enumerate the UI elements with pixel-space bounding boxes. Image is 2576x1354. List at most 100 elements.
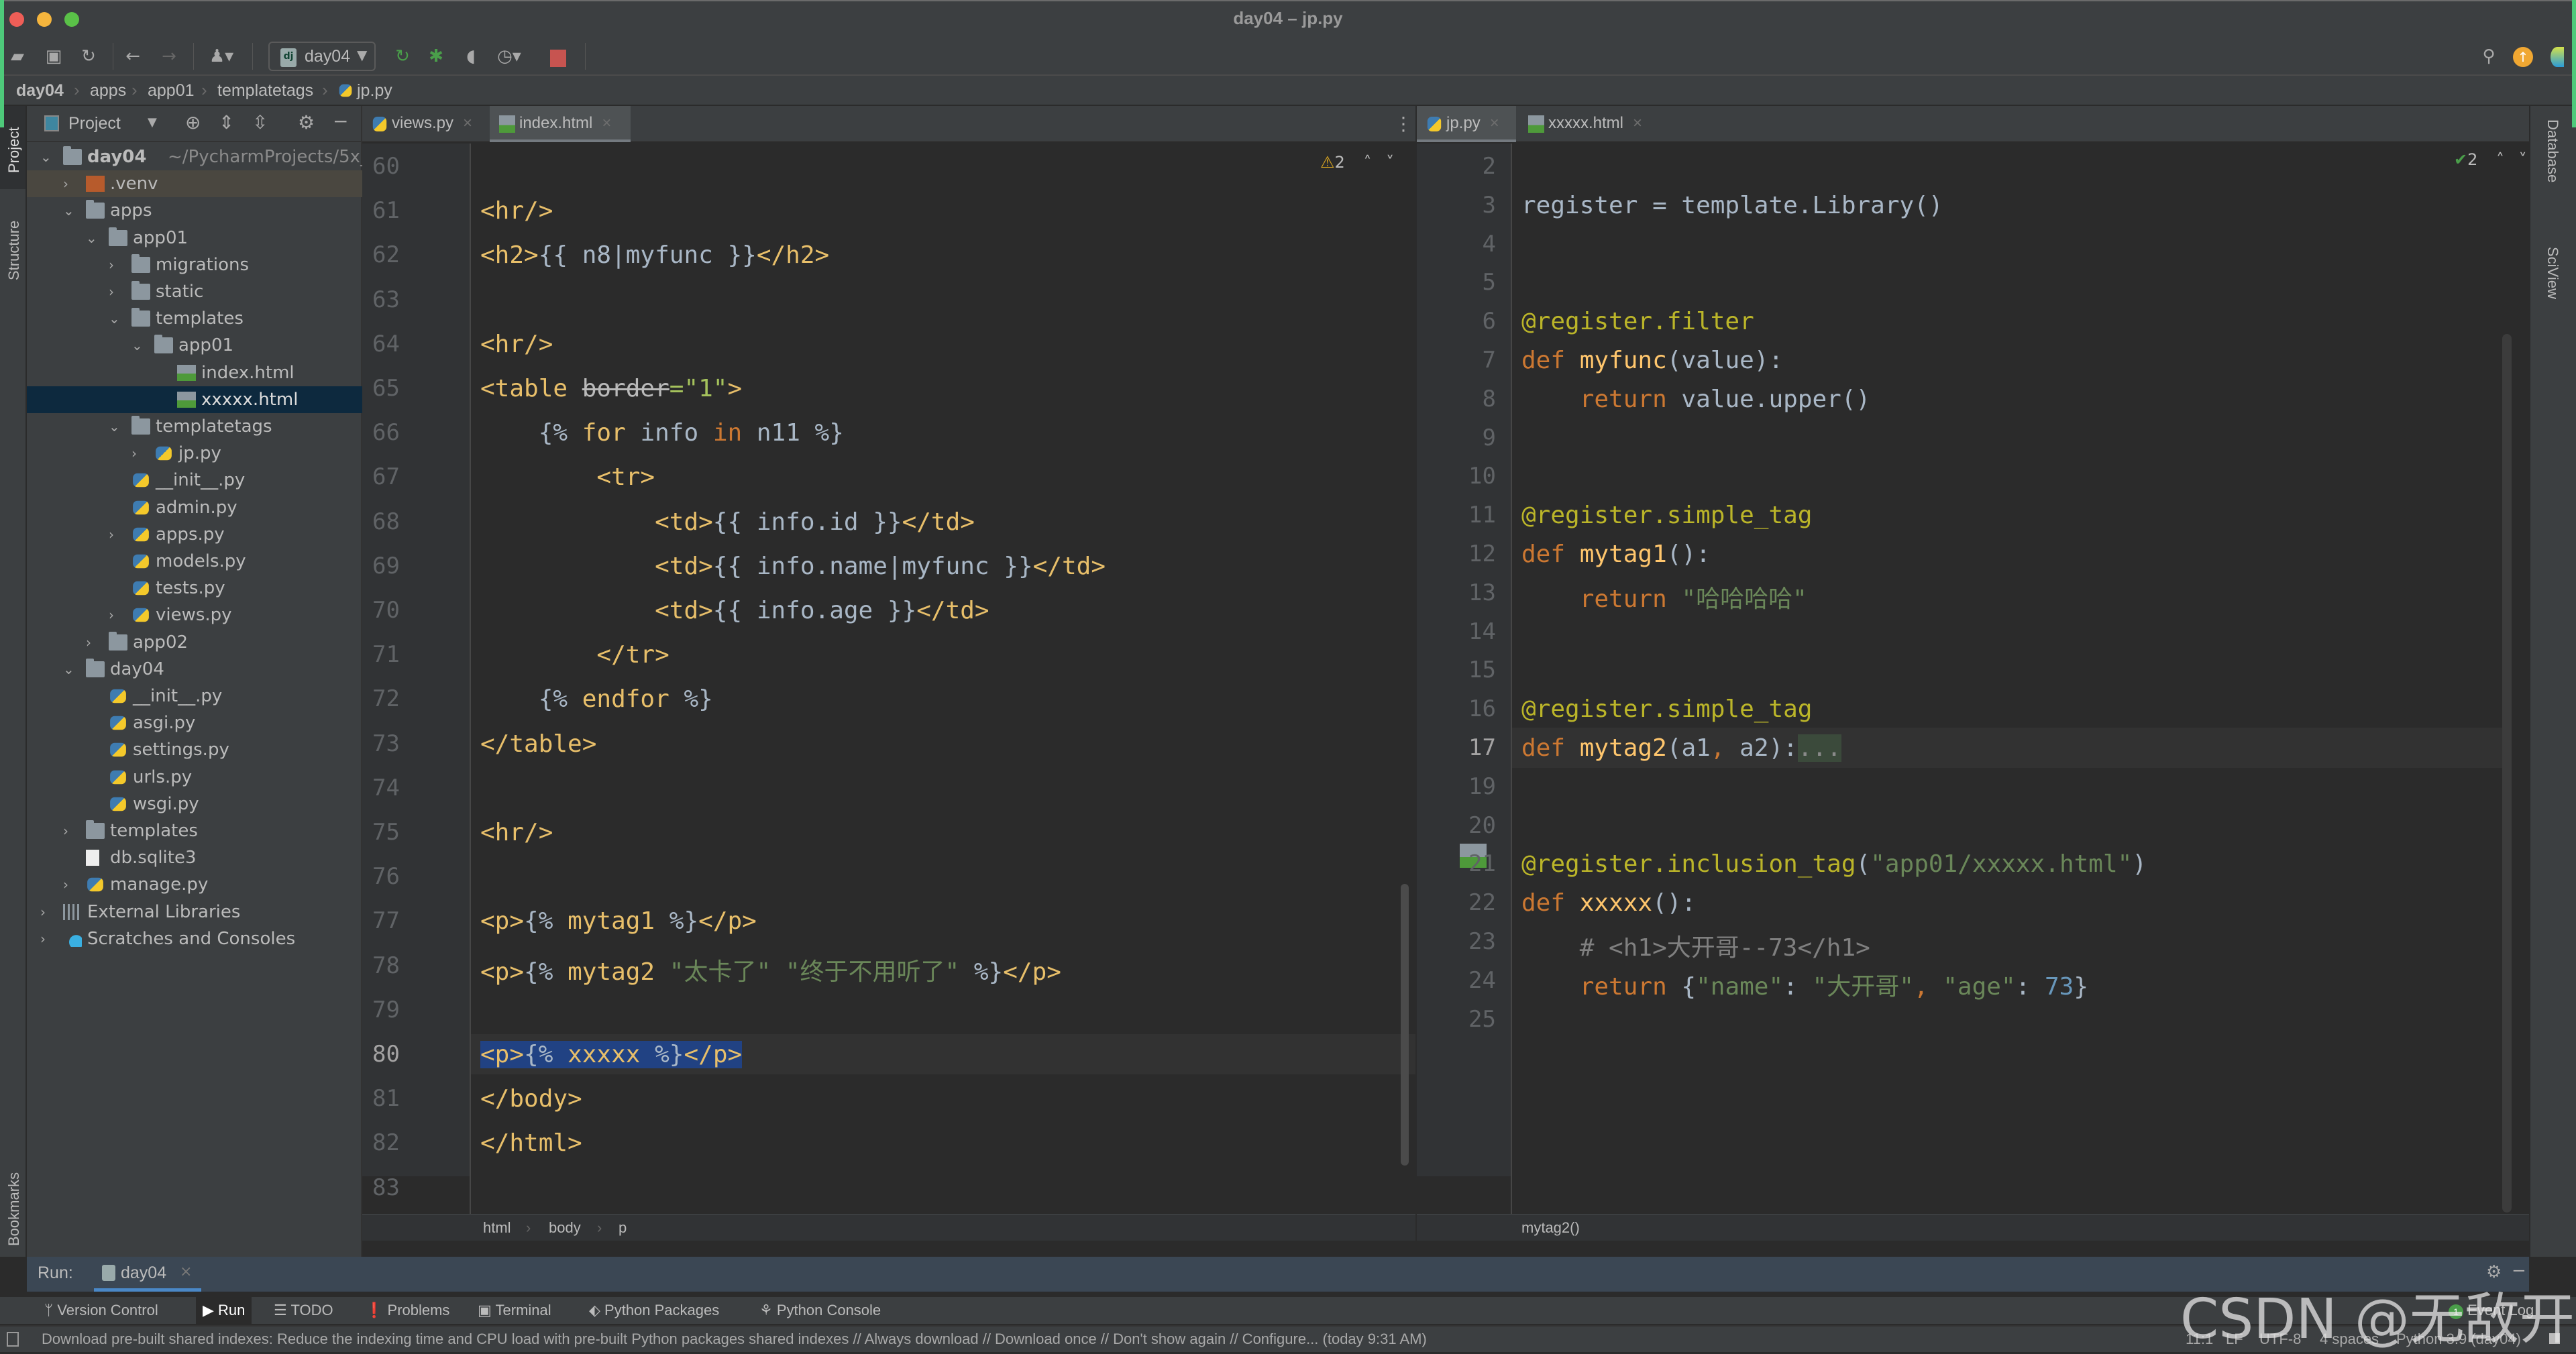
tree-item[interactable]: › jp.py [27,440,362,467]
code-line[interactable]: <h2>{{ n8|myfunc }}</h2> [480,241,829,269]
line-number[interactable]: 74 [362,775,400,801]
prev-highlight-icon[interactable]: ˄ [1363,153,1371,172]
line-number[interactable]: 78 [362,952,400,979]
line-number[interactable]: 25 [1417,1006,1496,1033]
code-line[interactable]: {% for info in n11 %} [480,419,844,447]
line-number[interactable]: 21 [1417,850,1496,877]
chevron-right-icon[interactable]: › [109,521,122,548]
code-line[interactable]: # <h1>大开哥--73</h1> [1521,928,1870,963]
next-highlight-icon[interactable]: ˅ [1386,153,1394,172]
line-number[interactable]: 23 [1417,928,1496,955]
line-number[interactable]: 9 [1417,425,1496,451]
profile-icon[interactable]: ◷▾ [492,46,526,67]
tree-item[interactable]: › Scratches and Consoles [27,925,362,952]
line-number[interactable]: 17 [1417,734,1496,761]
chevron-down-icon[interactable]: ⌄ [109,305,122,332]
next-highlight-icon[interactable]: ˅ [2519,150,2527,169]
chevron-right-icon[interactable]: › [40,925,54,952]
line-number[interactable]: 80 [362,1041,400,1068]
close-icon[interactable]: × [180,1263,192,1280]
save-icon[interactable]: ▣ [43,46,64,67]
search-icon[interactable]: ⚲ [2478,46,2500,67]
code-line[interactable]: {% endfor %} [480,685,713,713]
chevron-right-icon[interactable]: › [131,440,145,467]
tree-item[interactable]: ⌄ apps [27,197,362,224]
line-number[interactable]: 67 [362,463,400,490]
line-number[interactable]: 16 [1417,695,1496,722]
tree-item[interactable]: ⌄ app01 [27,225,362,251]
tree-item[interactable]: tests.py [27,575,362,602]
tree-item[interactable]: xxxxx.html [27,386,362,413]
minimize-panel-icon[interactable]: − [333,110,348,132]
inspection-widget[interactable]: ⚠2 ˄ ˅ [1320,153,1394,172]
tool-tab-terminal[interactable]: ▣ Terminal [478,1297,551,1324]
tool-tab-todo[interactable]: ☰ TODO [274,1297,333,1324]
chevron-right-icon[interactable]: › [86,629,99,656]
plugin-icon[interactable] [2551,47,2564,67]
crumb-apps[interactable]: apps [90,81,126,101]
code-line[interactable]: </tr> [480,641,669,669]
debug-icon[interactable]: ✱ [425,46,447,67]
open-folder-icon[interactable]: ▰ [7,46,28,67]
more-options-icon[interactable]: ⋮ [1394,113,1413,135]
code-line[interactable]: <hr/> [480,331,553,358]
tab-index-html[interactable]: index.html × [490,106,631,142]
line-number[interactable]: 19 [1417,773,1496,800]
code-line[interactable]: return "哈哈哈哈" [1521,579,1807,614]
code-line[interactable]: return value.upper() [1521,386,1870,413]
line-number[interactable]: 2 [1417,153,1496,180]
tree-item[interactable]: admin.py [27,494,362,521]
tree-item[interactable]: ⌄ templatetags [27,413,362,440]
chevron-right-icon[interactable]: › [63,871,76,898]
code-line[interactable]: <hr/> [480,819,553,846]
chevron-right-icon[interactable]: › [109,251,122,278]
tree-item[interactable]: › app02 [27,629,362,656]
crumb-project[interactable]: day04 [16,81,64,101]
line-number[interactable]: 72 [362,685,400,712]
chevron-down-icon[interactable]: ⌄ [131,332,145,359]
close-icon[interactable]: × [1490,114,1499,132]
expand-all-icon[interactable]: ⇕ [219,111,234,133]
chevron-right-icon[interactable]: › [63,170,76,197]
line-number[interactable]: 20 [1417,812,1496,839]
line-number[interactable]: 4 [1417,231,1496,258]
chevron-down-icon[interactable]: ▼ [148,115,157,129]
tab-xxxxx-html[interactable]: xxxxx.html × [1519,106,1653,142]
line-number[interactable]: 15 [1417,657,1496,683]
chevron-down-icon[interactable]: ⌄ [40,144,54,170]
tree-item[interactable]: › migrations [27,251,362,278]
tree-item[interactable]: ⌄ day04 ~/PycharmProjects/5x_dja [27,144,396,170]
tree-item[interactable]: › apps.py [27,521,362,548]
line-number[interactable]: 77 [362,907,400,934]
line-number[interactable]: 60 [362,153,400,180]
tree-item[interactable]: wsgi.py [27,791,362,817]
code-line[interactable]: register = template.Library() [1521,192,1943,219]
code-line[interactable]: </html> [480,1129,582,1157]
forward-icon[interactable]: → [158,46,180,67]
tree-item[interactable]: __init__.py [27,683,362,710]
line-number[interactable]: 8 [1417,386,1496,412]
tool-tab-problems[interactable]: ❗ Problems [365,1297,449,1324]
close-icon[interactable]: × [1633,114,1642,132]
prev-highlight-icon[interactable]: ˄ [2496,150,2504,169]
line-number[interactable]: 68 [362,508,400,535]
code-line[interactable]: <table border="1"> [480,375,742,402]
line-number[interactable]: 64 [362,331,400,357]
project-view-selector[interactable]: Project [68,114,121,133]
line-number[interactable]: 83 [362,1174,400,1201]
tree-item[interactable]: asgi.py [27,710,362,736]
tool-tab-run[interactable]: ▶ Run [196,1297,252,1324]
line-number[interactable]: 75 [362,819,400,846]
code-line[interactable]: @register.simple_tag [1521,502,1812,529]
code-line[interactable]: def xxxxx(): [1521,889,1696,917]
code-line[interactable]: <p>{% xxxxx %}</p> [480,1041,743,1068]
rerun-icon[interactable]: ↻ [392,46,413,67]
line-number[interactable]: 12 [1417,541,1496,567]
chevron-down-icon[interactable]: ⌄ [86,225,99,251]
tree-item[interactable]: __init__.py [27,467,362,494]
breadcrumb-body[interactable]: body [549,1219,581,1237]
vertical-scrollbar[interactable] [2502,334,2512,1212]
update-icon[interactable]: ↑ [2513,47,2533,67]
line-number[interactable]: 65 [362,375,400,402]
tree-item[interactable]: › views.py [27,602,362,628]
